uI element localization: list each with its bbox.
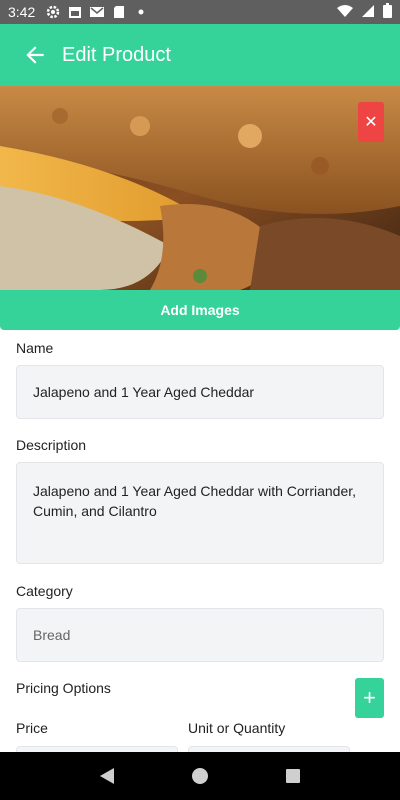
app-bar: Edit Product: [0, 24, 400, 86]
system-nav-bar: [0, 752, 400, 800]
pricing-options-label: Pricing Options: [16, 680, 111, 696]
name-field[interactable]: Jalapeno and 1 Year Aged Cheddar: [16, 365, 384, 419]
close-icon: ✕: [364, 114, 378, 131]
description-label: Description: [16, 437, 87, 453]
nav-back-icon[interactable]: [97, 766, 117, 786]
name-label: Name: [16, 340, 54, 356]
battery-icon: [383, 3, 392, 21]
nav-recents-icon[interactable]: [283, 766, 303, 786]
status-time: 3:42: [8, 4, 36, 20]
status-bar: 3:42: [0, 0, 400, 24]
unit-quantity-label: Unit or Quantity: [188, 720, 286, 736]
description-value: Jalapeno and 1 Year Aged Cheddar with Co…: [33, 483, 357, 519]
add-images-button[interactable]: Add Images: [0, 290, 400, 330]
price-label: Price: [16, 720, 48, 736]
name-value: Jalapeno and 1 Year Aged Cheddar: [33, 384, 255, 400]
category-label: Category: [16, 583, 73, 599]
mail-icon: [89, 4, 105, 20]
signal-icon: [361, 4, 375, 21]
status-right: [337, 3, 392, 21]
wifi-icon: [337, 4, 353, 21]
dot-icon: [133, 4, 149, 20]
sd-card-icon: [111, 4, 127, 20]
category-value: Bread: [33, 627, 71, 643]
settings-icon: [45, 4, 61, 20]
nav-home-icon[interactable]: [190, 766, 210, 786]
add-pricing-option-button[interactable]: +: [355, 678, 384, 718]
plus-icon: +: [363, 685, 376, 710]
description-field[interactable]: Jalapeno and 1 Year Aged Cheddar with Co…: [16, 462, 384, 564]
back-arrow-icon[interactable]: [22, 42, 48, 68]
product-image: ✕: [0, 86, 400, 290]
page-title: Edit Product: [62, 43, 171, 66]
remove-image-button[interactable]: ✕: [358, 102, 384, 142]
category-select[interactable]: Bread: [16, 608, 384, 662]
calendar-icon: [67, 4, 83, 20]
